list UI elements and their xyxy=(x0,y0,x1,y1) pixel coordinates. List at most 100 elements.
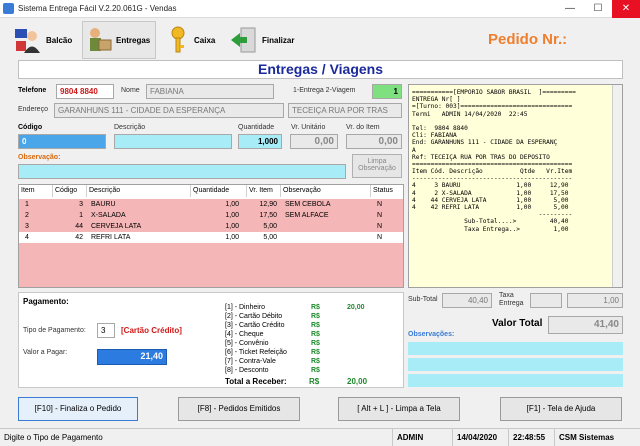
limpa-observacao-button[interactable]: Limpa Observação xyxy=(352,154,402,178)
taxa-label: Taxa Entrega xyxy=(499,292,524,307)
finaliza-pedido-button[interactable]: [F10] - Finaliza o Pedido xyxy=(18,397,138,421)
payment-method-currency: R$ xyxy=(311,304,320,311)
receipt-preview[interactable]: ===========[EMPORIO SABOR BRASIL ]======… xyxy=(408,84,623,288)
pedido-nr-label: Pedido Nr.: xyxy=(488,31,568,48)
exit-door-icon xyxy=(231,27,256,53)
payment-method-row: [1] - Dinheiro R$ 20,00 xyxy=(225,303,365,312)
subtotal-label: Sub-Total xyxy=(408,296,438,303)
referencia-field[interactable]: TECEIÇA RUA POR TRAS xyxy=(288,103,402,118)
payment-method-currency: R$ xyxy=(311,313,320,320)
col-observacao-header: Observação xyxy=(281,185,371,197)
telefone-field[interactable]: 9804 8840 xyxy=(56,84,114,99)
limpa-obs-line1: Limpa xyxy=(367,158,387,165)
col-descricao-header: Descrição xyxy=(87,185,191,197)
status-user: ADMIN xyxy=(392,429,452,446)
window-title: Sistema Entrega Fácil V.2.20.061G - Vend… xyxy=(18,4,177,13)
payment-method-value[interactable]: 20,00 xyxy=(347,303,365,312)
receipt-line: 4 3 BAURU 1,00 12,90 xyxy=(412,182,569,190)
tipo-entrega-field[interactable]: 1 xyxy=(372,84,402,99)
col-quantidade-header: Quantidade xyxy=(191,185,247,197)
tipo-pagamento-desc: [Cartão Crédito] xyxy=(121,326,182,335)
receipt-line: ----------------------------------------… xyxy=(412,175,573,183)
payment-method-label: [5] - Convênio xyxy=(225,340,269,347)
descricao-input[interactable] xyxy=(114,134,232,149)
vr-item-label: Vr. do Item xyxy=(346,124,380,131)
payment-panel: Pagamento: Tipo de Pagamento: 3 [Cartão … xyxy=(18,292,404,388)
delivery-man-icon xyxy=(90,28,112,51)
balcao-label: Balcão xyxy=(46,35,73,45)
payment-method-label: [2] - Cartão Débito xyxy=(225,313,283,320)
payment-title: Pagamento: xyxy=(23,297,69,306)
payment-method-row: [6] - Ticket Refeição R$ xyxy=(225,348,320,357)
taxa-field: 1,00 xyxy=(567,293,623,308)
observacao-label: Observação: xyxy=(18,154,61,161)
receipt-line: ENTREGA Nr[ ] xyxy=(412,96,461,104)
payment-method-currency: R$ xyxy=(311,358,320,365)
observacoes-line[interactable] xyxy=(408,358,623,371)
receipt-line: 4 44 CERVEJA LATA 1,00 5,00 xyxy=(412,196,569,204)
observacoes-line[interactable] xyxy=(408,342,623,355)
status-company: CSM Sistemas xyxy=(554,429,640,446)
taxa-blank-field[interactable] xyxy=(530,293,562,308)
receipt-line: Cli: FABIANA xyxy=(412,132,457,140)
descricao-label: Descrição xyxy=(114,124,146,131)
observacao-input[interactable] xyxy=(18,164,346,179)
maximize-button[interactable]: ☐ xyxy=(584,0,612,18)
valor-pagar-label: Valor a Pagar: xyxy=(23,349,68,356)
tipo-pagamento-input[interactable]: 3 xyxy=(97,323,115,338)
total-receber-label: Total a Receber: xyxy=(225,377,287,386)
payment-method-row: [5] - Convênio R$ xyxy=(225,339,320,348)
receipt-line: Sub-Total....> 40,40 xyxy=(412,218,569,226)
receipt-line: --------- xyxy=(412,211,573,219)
status-bar: Digite o Tipo de Pagamento ADMIN 14/04/2… xyxy=(0,428,640,446)
entregas-button[interactable]: Entregas xyxy=(82,21,156,59)
table-row[interactable]: 1 3 BAURU 1,00 12,90 SEM CEBOLA N xyxy=(19,199,403,210)
receipt-line: =[Turno: 003]===========================… xyxy=(412,103,573,111)
caixa-button[interactable]: Caixa xyxy=(164,21,220,59)
valor-total-field: 41,40 xyxy=(548,316,623,334)
finalizar-label: Finalizar xyxy=(262,35,295,45)
items-table[interactable]: Item Código Descrição Quantidade Vr. Ite… xyxy=(18,184,404,288)
codigo-label: Código xyxy=(18,124,43,131)
balcao-button[interactable]: Balcão xyxy=(12,21,76,59)
limpa-tela-button[interactable]: [ Alt + L ] - Limpa a Tela xyxy=(338,397,460,421)
codigo-input[interactable]: 0 xyxy=(18,134,106,149)
receipt-line: ===========[EMPORIO SABOR BRASIL ]======… xyxy=(412,89,576,96)
endereco-label: Endereço xyxy=(18,106,48,113)
receipt-line: Tel: 9804 8840 xyxy=(412,124,468,132)
total-currency: R$ xyxy=(309,377,320,386)
quantidade-label: Quantidade xyxy=(238,124,275,131)
status-date: 14/04/2020 xyxy=(452,429,508,446)
table-row[interactable]: 3 44 CERVEJA LATA 1,00 5,00 N xyxy=(19,221,403,232)
nome-field[interactable]: FABIANA xyxy=(146,84,274,99)
table-row[interactable]: 4 42 REFRI LATA 1,00 5,00 N xyxy=(19,232,403,243)
pedidos-emitidos-button[interactable]: [F8] - Pedidos Emitidos xyxy=(178,397,300,421)
payment-method-label: [6] - Ticket Refeição xyxy=(225,349,287,356)
entregas-label: Entregas xyxy=(116,35,151,45)
receipt-line: ========================================… xyxy=(412,160,573,168)
tela-ajuda-button[interactable]: [F1] - Tela de Ajuda xyxy=(500,397,622,421)
key-icon xyxy=(171,26,185,53)
payment-method-label: [7] - Contra-Vale xyxy=(225,358,276,365)
payment-method-currency: R$ xyxy=(311,349,320,356)
endereco-field[interactable]: GARANHUNS 111 - CIDADE DA ESPERANÇA xyxy=(54,103,284,118)
receipt-line: Item Cód. Descrição Qtde Vr.Item xyxy=(412,168,573,176)
page-title: Entregas / Viagens xyxy=(18,60,623,79)
payment-method-row: [7] - Contra-Vale R$ xyxy=(225,357,320,366)
receipt-line: Taxa Entrega..> 1,00 xyxy=(412,225,569,233)
close-button[interactable]: ✕ xyxy=(612,0,640,18)
col-item-header: Item xyxy=(19,185,53,197)
finalizar-button[interactable]: Finalizar xyxy=(228,21,296,59)
quantidade-input[interactable]: 1,000 xyxy=(238,134,282,149)
observacoes-line[interactable] xyxy=(408,374,623,387)
subtotal-field: 40,40 xyxy=(442,293,492,308)
payment-method-row: [2] - Cartão Débito R$ xyxy=(225,312,320,321)
total-receber-line: Total a Receber: R$ 20,00 xyxy=(225,377,367,386)
table-row[interactable]: 2 1 X-SALADA 1,00 17,50 SEM ALFACE N xyxy=(19,210,403,221)
minimize-button[interactable]: — xyxy=(556,0,584,18)
payment-method-row: [4] - Cheque R$ xyxy=(225,330,320,339)
vr-unitario-field: 0,00 xyxy=(290,134,338,149)
valor-pagar-input[interactable]: 21,40 xyxy=(97,349,167,365)
title-bar: Sistema Entrega Fácil V.2.20.061G - Vend… xyxy=(0,0,640,18)
receipt-scrollbar[interactable] xyxy=(612,85,622,287)
